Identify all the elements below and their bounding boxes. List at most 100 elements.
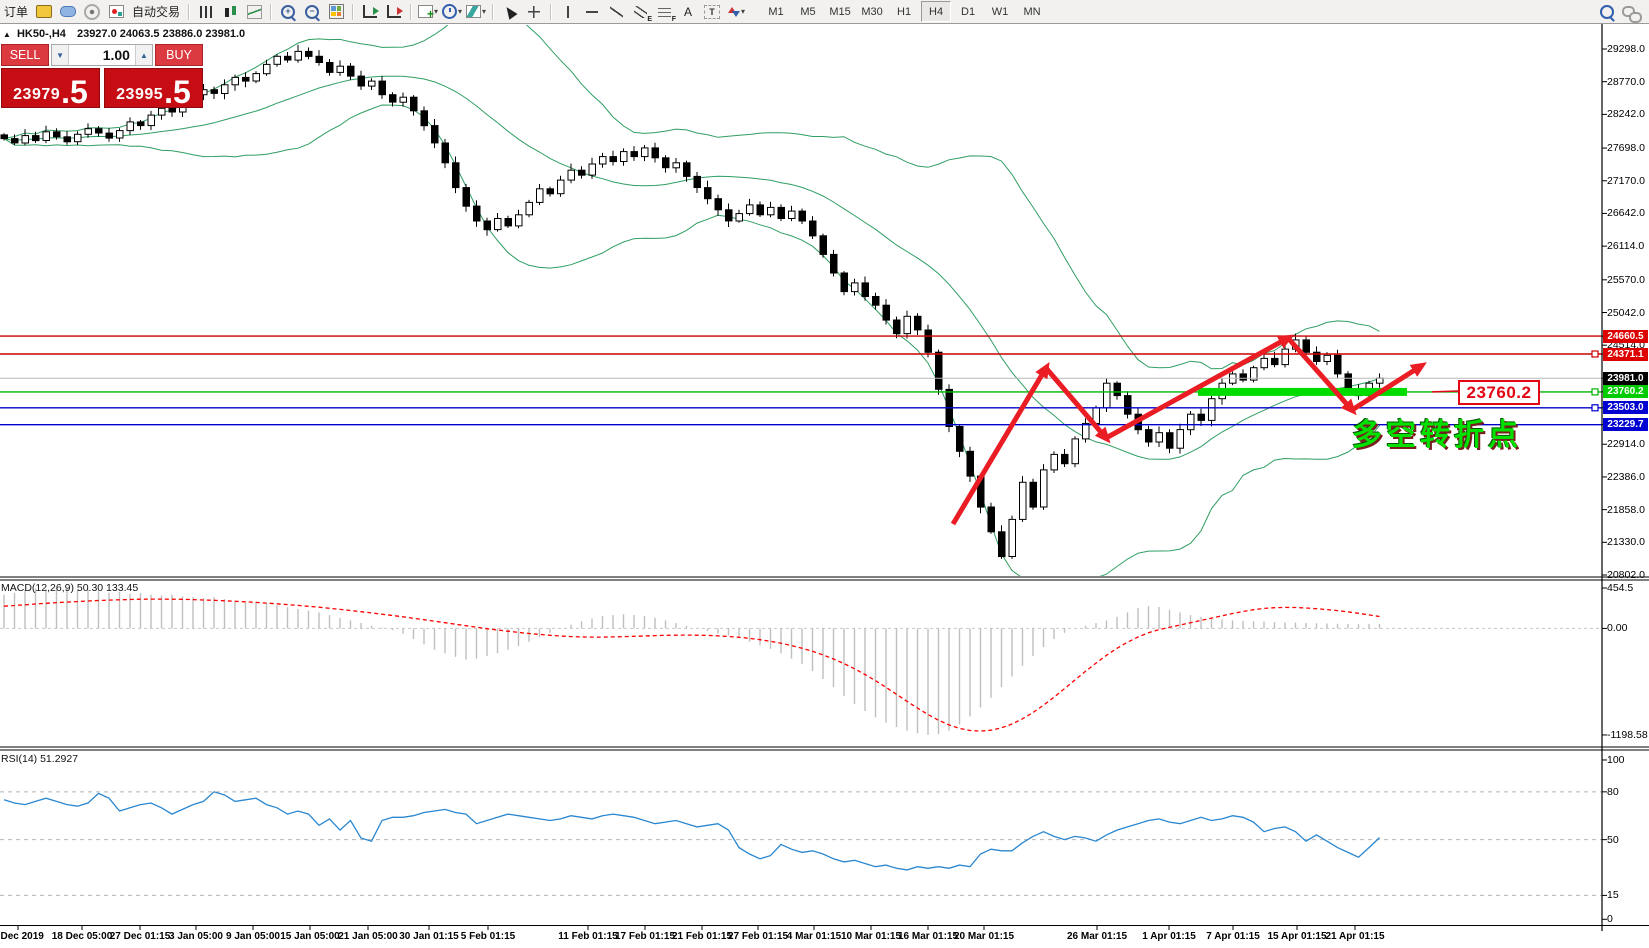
text-label-tool-icon: T [704,5,720,19]
price-tick-label: 21330.0 [1607,536,1649,548]
toolbar-separator [550,4,552,20]
date-tick-label: 20 Mar 01:15 [954,931,1014,942]
price-badge: 24371.1 [1603,348,1648,361]
autotrading-label-text: 自动交易 [129,3,183,20]
rsi-scale-label: 50 [1607,834,1649,846]
crosshair-icon[interactable] [523,2,545,22]
price-tick-label: 28242.0 [1607,108,1649,120]
search-icon [1600,5,1614,19]
auto-scroll-icon[interactable] [359,2,381,22]
line-chart-icon[interactable] [243,2,265,22]
equidistant-channel-icon[interactable]: E [629,2,651,22]
sell-button[interactable]: SELL [1,44,49,66]
text-tool-icon[interactable]: A [677,2,699,22]
arrows-tool-icon[interactable]: ▾ [725,2,747,22]
cursor-icon[interactable] [499,2,521,22]
date-tick-label: 27 Feb 01:15 [728,931,788,942]
chart-shift-icon[interactable] [383,2,405,22]
macd-indicator-label: MACD(12,26,9) 50.30 133.45 [1,582,138,594]
date-tick-label: 16 Mar 01:15 [898,931,958,942]
new-order-icon[interactable] [33,2,55,22]
chart-title: ▲ HK50-,H4 23927.0 24063.5 23886.0 23981… [3,28,245,40]
timeframe-w1-button[interactable]: W1 [985,1,1015,22]
dropdown-caret-icon[interactable]: ▾ [458,7,462,16]
dropdown-caret-icon[interactable]: ▾ [434,7,438,16]
cursor-icon [502,4,517,20]
periods-icon [442,4,457,19]
templates-icon[interactable]: ▾ [465,2,487,22]
price-badge: 23229.7 [1603,418,1648,431]
tile-windows-icon[interactable] [325,2,347,22]
fibonacci-icon[interactable]: F [653,2,675,22]
chart-canvas[interactable] [0,24,1602,925]
text-label-tool-icon[interactable]: T [701,2,723,22]
volume-spinner: ▼ 1.00 ▲ [51,44,153,66]
volume-input[interactable]: 1.00 [69,45,135,65]
date-tick-label: 10 Mar 01:15 [841,931,901,942]
price-tick-label: 20802.0 [1607,569,1649,581]
rsi-scale-label: 15 [1607,889,1649,901]
price-tick-label: 22914.0 [1607,438,1649,450]
candlestick-chart-icon[interactable] [219,2,241,22]
zoom-out-icon[interactable]: − [301,2,323,22]
timeframe-d1-button[interactable]: D1 [953,1,983,22]
price-badge: 23503.0 [1603,401,1648,414]
vertical-line-icon[interactable] [557,2,579,22]
date-tick-label: 1 Apr 01:15 [1142,931,1196,942]
price-tick-label: 28770.0 [1607,76,1649,88]
dropdown-caret-icon[interactable]: ▾ [482,7,486,16]
volume-down-button[interactable]: ▼ [52,45,69,65]
price-callout-box[interactable]: 23760.2 [1458,380,1540,405]
turning-point-annotation[interactable]: 多空转折点 [1352,410,1522,454]
autotrading-icon[interactable] [105,2,127,22]
vertical-line-icon [562,6,574,18]
date-tick-label: 15 Apr 01:15 [1267,931,1326,942]
timeframe-h4-button[interactable]: H4 [921,1,951,22]
date-tick-label: 11 Feb 01:15 [558,931,617,942]
chat-icon [1622,6,1635,17]
bar-chart-icon [200,6,213,18]
rsi-scale-label: 100 [1607,754,1649,766]
timeframe-m5-button[interactable]: M5 [793,1,823,22]
signals-icon[interactable] [81,2,103,22]
timeframe-m30-button[interactable]: M30 [857,1,887,22]
date-tick-label: 5 Feb 01:15 [461,931,515,942]
date-tick-label: 9 Jan 05:00 [226,931,280,942]
volume-up-button[interactable]: ▲ [135,45,152,65]
search-icon[interactable] [1596,2,1618,22]
chat-icon[interactable] [1620,2,1642,22]
mt4-window: 订单 自动交易 +− ▾ ▾ ▾ EFAT ▾ M1M5M15M30H1H4D1W1MN ▲ … [0,0,1649,948]
autotrading-label[interactable]: 自动交易 [129,2,183,22]
toolbar-separator [188,4,190,20]
trendline-icon[interactable] [605,2,627,22]
timeframe-m1-button[interactable]: M1 [761,1,791,22]
date-tick-label: 21 Feb 01:15 [672,931,732,942]
rsi-scale-label: 80 [1607,786,1649,798]
new-chart-icon[interactable]: ▾ [417,2,439,22]
price-tick-label: 27698.0 [1607,142,1649,154]
market-watch-icon[interactable] [57,2,79,22]
price-tick-label: 26642.0 [1607,207,1649,219]
timeframe-mn-button[interactable]: MN [1017,1,1047,22]
zoom-in-icon[interactable]: + [277,2,299,22]
price-tick-label: 25570.0 [1607,274,1649,286]
buy-button[interactable]: BUY [155,44,203,66]
date-tick-label: 21 Apr 01:15 [1325,931,1384,942]
timeframe-group: M1M5M15M30H1H4D1W1MN [760,1,1048,22]
periods-icon[interactable]: ▾ [441,2,463,22]
bar-chart-icon[interactable] [195,2,217,22]
sell-price-button[interactable]: 23979 .5 [1,68,100,108]
buy-price-button[interactable]: 23995 .5 [104,68,203,108]
timeframe-m15-button[interactable]: M15 [825,1,855,22]
horizontal-line-icon[interactable] [581,2,603,22]
new-order-icon [36,5,52,18]
price-tick-label: 22386.0 [1607,471,1649,483]
dropdown-caret-icon[interactable]: ▾ [741,7,745,16]
date-tick-label: 27 Dec 01:15 [110,931,171,942]
date-tick-label: 7 Apr 01:15 [1206,931,1260,942]
rsi-indicator-label: RSI(14) 51.2927 [1,753,78,765]
orders-label[interactable]: 订单 [1,2,31,22]
toolbar-main-group: 订单 自动交易 +− ▾ ▾ ▾ EFAT ▾ [0,2,748,22]
timeframe-h1-button[interactable]: H1 [889,1,919,22]
sell-price-frac: .5 [61,80,88,104]
